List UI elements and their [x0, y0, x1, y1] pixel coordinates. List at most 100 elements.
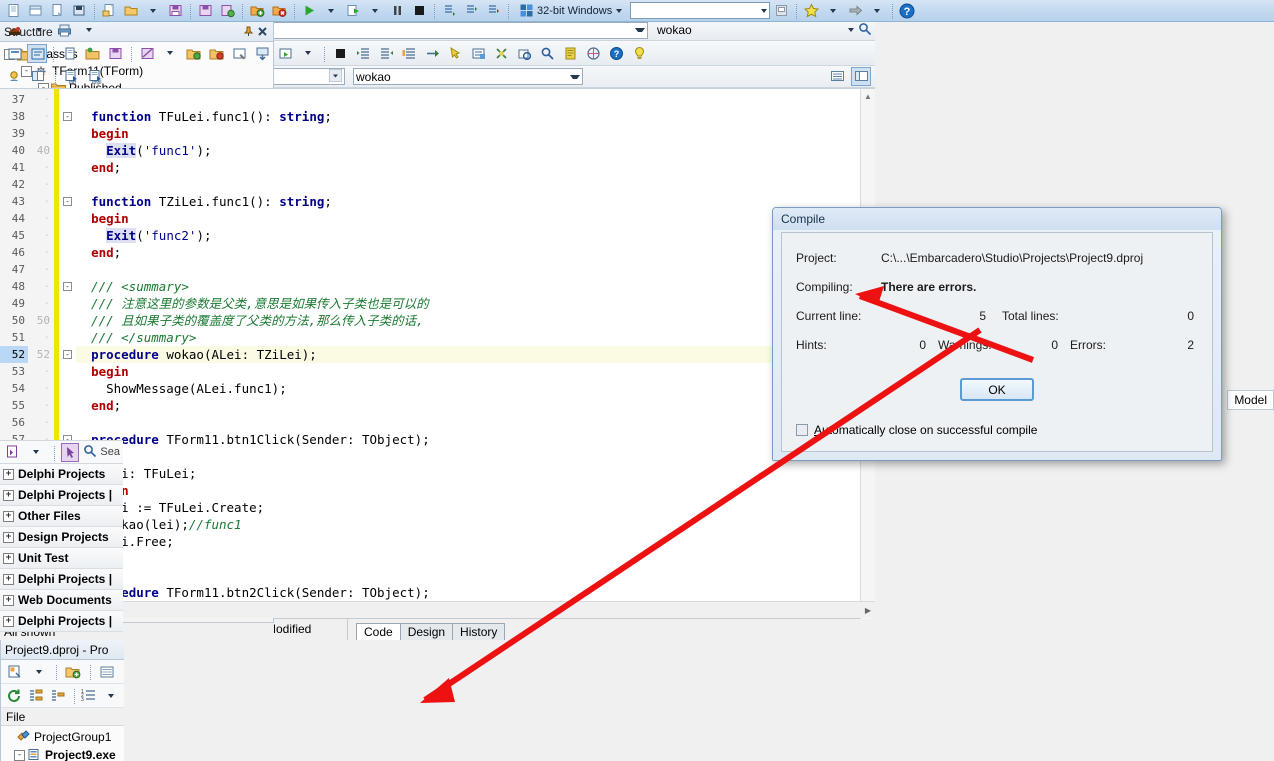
- project-node-1[interactable]: - Project9.exe: [1, 746, 124, 761]
- tool-palette-list[interactable]: + Delphi Projects + Delphi Projects | + Other…: [0, 464, 123, 632]
- code-line[interactable]: begin: [76, 482, 860, 499]
- new-item-dropdown-icon[interactable]: [29, 662, 49, 681]
- open-unit-icon[interactable]: [82, 44, 102, 63]
- pointer-icon[interactable]: [61, 442, 80, 462]
- save-as-icon[interactable]: [195, 1, 215, 20]
- interface-icon[interactable]: Intf: [62, 67, 82, 86]
- trace-into-icon[interactable]: [439, 1, 459, 20]
- stop-icon[interactable]: [409, 1, 429, 20]
- hint-icon[interactable]: [629, 44, 649, 63]
- save-all-icon[interactable]: [69, 1, 89, 20]
- code-line[interactable]: /// <summary>: [76, 278, 860, 295]
- chevron-down-icon[interactable]: [616, 8, 623, 13]
- remove-from-project-icon[interactable]: [269, 1, 289, 20]
- code-line[interactable]: begin: [76, 125, 860, 142]
- desktop-save-icon[interactable]: [771, 1, 791, 20]
- palette-category-0[interactable]: + Delphi Projects: [0, 464, 123, 485]
- expand-icon[interactable]: +: [3, 468, 14, 480]
- chevron-down-icon[interactable]: [761, 8, 768, 13]
- run-icon[interactable]: [299, 1, 319, 20]
- remove-file-icon[interactable]: [206, 44, 226, 63]
- code-line[interactable]: end;: [76, 550, 860, 567]
- sort-dropdown-icon[interactable]: [102, 686, 120, 705]
- help-icon[interactable]: ?: [606, 44, 626, 63]
- palette-category-1[interactable]: + Delphi Projects |: [0, 485, 123, 506]
- code-line[interactable]: [76, 261, 860, 278]
- code-line[interactable]: end;: [76, 397, 860, 414]
- expand-icon[interactable]: +: [3, 615, 14, 627]
- todo-icon[interactable]: [560, 44, 580, 63]
- comment-icon[interactable]: [399, 44, 419, 63]
- editor-horizontal-scrollbar[interactable]: ◀▶: [28, 601, 875, 618]
- run-unit-icon[interactable]: [275, 44, 295, 63]
- save-project-icon[interactable]: [217, 1, 237, 20]
- save-icon[interactable]: [165, 1, 185, 20]
- expand-all-icon[interactable]: [27, 686, 45, 705]
- edit-icon[interactable]: [229, 44, 249, 63]
- toolbar-dropdown-icon[interactable]: [298, 44, 318, 63]
- expand-icon[interactable]: +: [3, 510, 14, 522]
- code-line[interactable]: [76, 91, 860, 108]
- scroll-right-icon[interactable]: ▶: [865, 606, 871, 615]
- run-without-debug-icon[interactable]: [343, 1, 363, 20]
- model-tab[interactable]: Model: [1227, 390, 1274, 410]
- add-to-project-icon[interactable]: [247, 1, 267, 20]
- step-over-icon[interactable]: [461, 1, 481, 20]
- run-options-dropdown-icon[interactable]: [365, 1, 385, 20]
- bookmark-icon[interactable]: [537, 44, 557, 63]
- chevron-down-icon[interactable]: [848, 28, 854, 32]
- pin-icon[interactable]: [241, 25, 255, 39]
- code-line[interactable]: lei := TFuLei.Create;: [76, 499, 860, 516]
- ok-button[interactable]: OK: [960, 378, 1034, 401]
- view-form-icon[interactable]: [4, 44, 24, 63]
- collapse-icon[interactable]: -: [14, 749, 25, 761]
- code-area-wrapper[interactable]: 37 38 39 40 41 42 43 44 45 46 47 48 49 50 51 52 53 54 55 56…: [0, 88, 875, 623]
- view-icon[interactable]: [97, 662, 117, 681]
- chevron-down-icon[interactable]: [325, 68, 343, 85]
- save-as-unit-icon[interactable]: [137, 44, 157, 63]
- compile-dialog[interactable]: Compile Project: C:\...\Embarcadero\Stud…: [772, 207, 1222, 461]
- code-line[interactable]: Exit('func2');: [76, 227, 860, 244]
- code-line[interactable]: /// 且如果子类的覆盖度了父类的方法,那么传入子类的话,: [76, 312, 860, 329]
- view-unit-icon[interactable]: [4, 21, 24, 40]
- palette-category-4[interactable]: + Unit Test: [0, 548, 123, 569]
- chevron-down-icon[interactable]: [570, 74, 580, 79]
- code-line[interactable]: end;: [76, 159, 860, 176]
- auto-close-checkbox-row[interactable]: Automatically close on successful compil…: [796, 423, 1037, 437]
- expand-icon[interactable]: +: [3, 489, 14, 501]
- search-icon[interactable]: [858, 22, 872, 39]
- detail-view-icon[interactable]: [851, 67, 871, 86]
- code-line[interactable]: [76, 414, 860, 431]
- fold-toggle-icon[interactable]: -: [63, 197, 72, 206]
- project-manager-tree[interactable]: ProjectGroup1-Project9.exe+Build Confi+T…: [1, 726, 124, 761]
- fold-toggle-icon[interactable]: -: [63, 350, 72, 359]
- code-line[interactable]: end;: [76, 244, 860, 261]
- toolbar-search-combo[interactable]: [630, 2, 771, 19]
- view-unit-icon[interactable]: [27, 43, 47, 63]
- palette-category-5[interactable]: + Delphi Projects |: [0, 569, 123, 590]
- code-line[interactable]: begin: [76, 363, 860, 380]
- code-line[interactable]: procedure TForm11.btn2Click(Sender: TObj…: [76, 584, 860, 601]
- run-dropdown-icon[interactable]: [321, 1, 341, 20]
- source-code-text[interactable]: function TFuLei.func1(): string; begin E…: [76, 89, 860, 619]
- bookmark-icon[interactable]: [801, 1, 821, 20]
- implementation-icon[interactable]: Impl: [86, 67, 106, 86]
- search-icon[interactable]: [491, 44, 511, 63]
- print-dropdown-icon[interactable]: [79, 21, 99, 40]
- target-platform-selector[interactable]: 32-bit Windows: [516, 2, 626, 20]
- code-line[interactable]: /// </summary>: [76, 329, 860, 346]
- new-icon[interactable]: [3, 1, 23, 20]
- code-line[interactable]: function TZiLei.func1(): string;: [76, 193, 860, 210]
- view-unit-dropdown-icon[interactable]: [29, 21, 49, 40]
- close-icon[interactable]: [255, 25, 269, 39]
- sort-icon[interactable]: 123: [80, 686, 98, 705]
- tab-design[interactable]: Design: [399, 622, 454, 640]
- code-line[interactable]: var: [76, 448, 860, 465]
- expand-icon[interactable]: +: [3, 552, 14, 564]
- run-to-cursor-icon[interactable]: [483, 1, 503, 20]
- fold-toggle-icon[interactable]: -: [63, 112, 72, 121]
- new-file-icon[interactable]: [99, 1, 119, 20]
- open-folder-dropdown-icon[interactable]: [143, 1, 163, 20]
- pause-icon[interactable]: [387, 1, 407, 20]
- code-line[interactable]: function TFuLei.func1(): string;: [76, 108, 860, 125]
